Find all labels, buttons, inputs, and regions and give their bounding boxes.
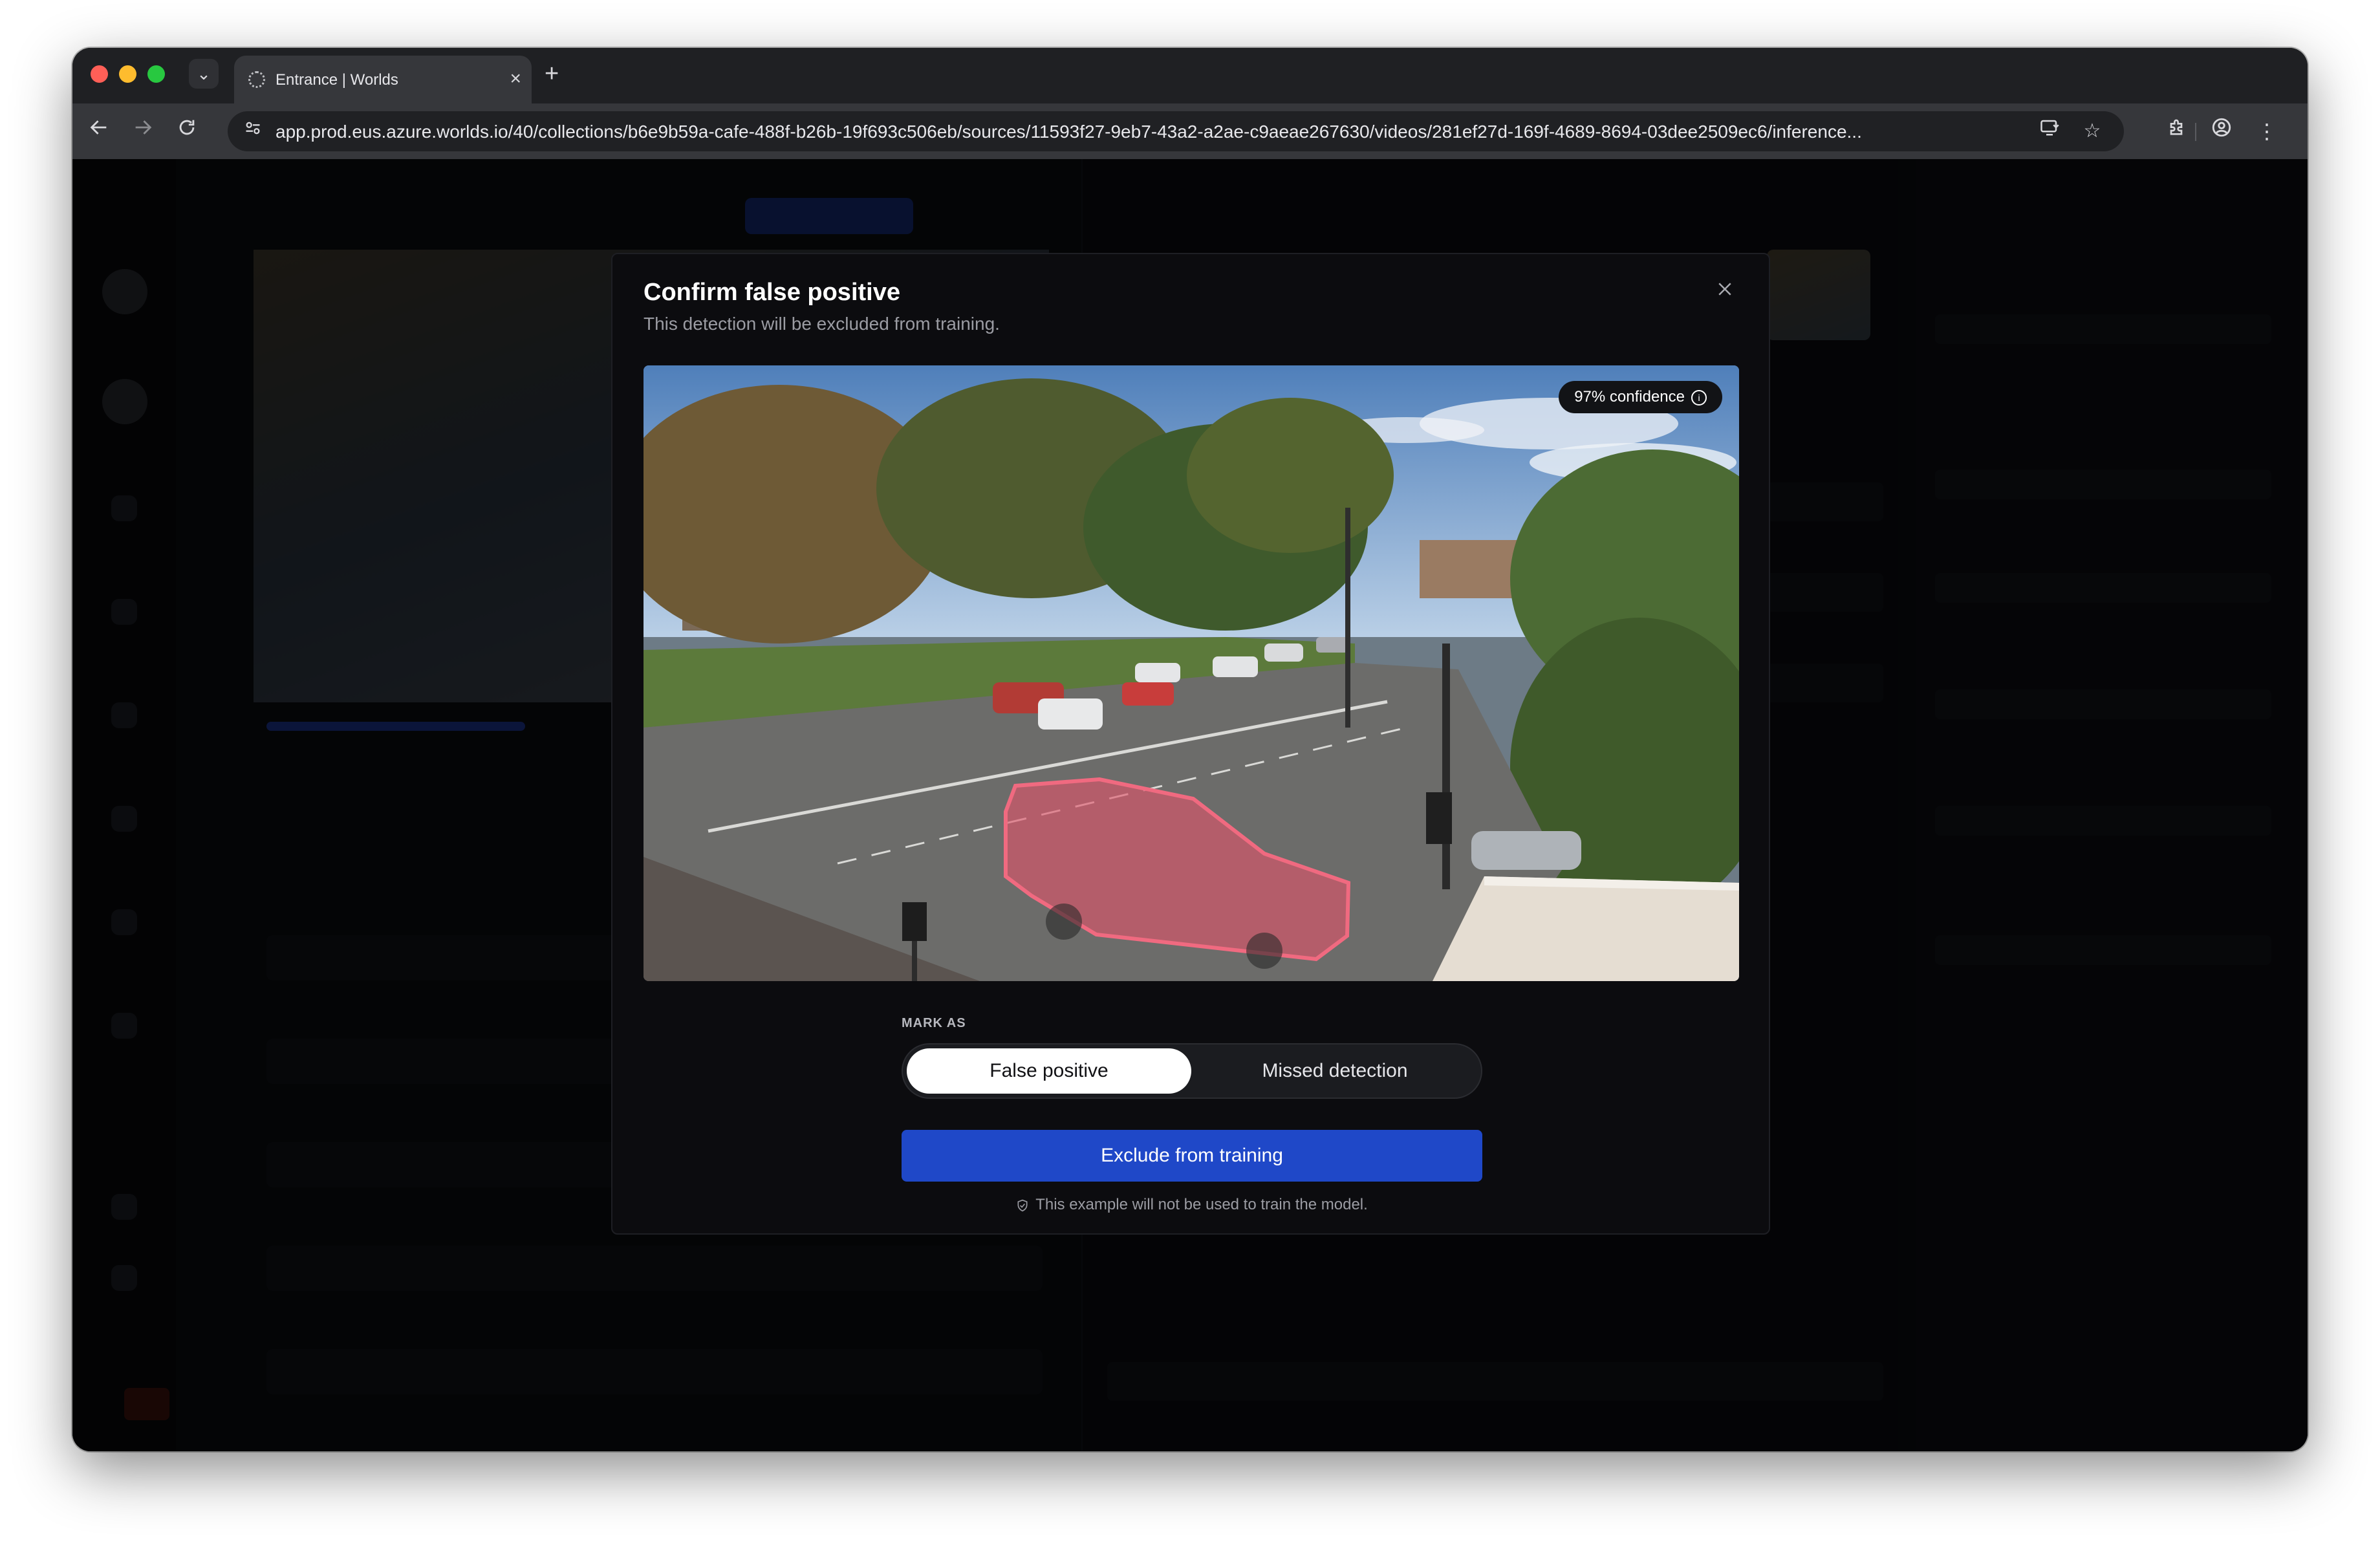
shield-check-icon xyxy=(1017,1199,1028,1211)
chevron-down-icon: ⌄ xyxy=(197,64,211,83)
address-bar[interactable]: app.prod.eus.azure.worlds.io/40/collecti… xyxy=(228,111,2124,151)
exclude-from-training-button[interactable]: Exclude from training xyxy=(902,1130,1482,1182)
site-info-icon[interactable] xyxy=(239,118,266,145)
mark-as-label: MARK AS xyxy=(902,1016,966,1030)
dialog-title: Confirm false positive xyxy=(644,279,900,306)
mark-as-toggle: False positive Missed detection xyxy=(902,1043,1482,1099)
favicon-icon xyxy=(248,71,265,88)
training-note: This example will not be used to train t… xyxy=(902,1196,1482,1214)
star-icon[interactable]: ☆ xyxy=(2079,118,2106,145)
toolbar-divider xyxy=(2195,123,2196,141)
extensions-icon[interactable] xyxy=(2161,116,2191,146)
tab-title: Entrance | Worlds xyxy=(276,71,398,89)
option-missed-detection[interactable]: Missed detection xyxy=(1193,1048,1477,1094)
note-text: This example will not be used to train t… xyxy=(1035,1196,1368,1213)
close-icon[interactable] xyxy=(1712,277,1738,303)
reload-icon[interactable] xyxy=(172,116,202,146)
tab-search-button[interactable]: ⌄ xyxy=(189,59,219,89)
browser-window: ⌄ Entrance | Worlds × + app.prod.eus.azu… xyxy=(72,48,2308,1451)
forward-arrow-icon[interactable] xyxy=(128,116,158,146)
dialog-subtitle: This detection will be excluded from tra… xyxy=(644,314,1000,334)
close-window-button[interactable] xyxy=(91,65,108,83)
camera-frame-image xyxy=(644,365,1739,981)
profile-icon[interactable] xyxy=(2207,116,2236,146)
new-tab-button[interactable]: + xyxy=(545,60,559,88)
info-icon: i xyxy=(1691,389,1707,406)
close-icon[interactable]: × xyxy=(510,67,521,91)
browser-toolbar: app.prod.eus.azure.worlds.io/40/collecti… xyxy=(72,103,2308,159)
kebab-menu-icon[interactable]: ⋮ xyxy=(2252,116,2282,146)
detection-frame: 97% confidence i xyxy=(644,365,1739,981)
back-arrow-icon[interactable] xyxy=(84,116,114,146)
tab-active[interactable]: Entrance | Worlds × xyxy=(234,56,532,103)
install-app-icon[interactable] xyxy=(2036,118,2063,145)
url-text[interactable]: app.prod.eus.azure.worlds.io/40/collecti… xyxy=(276,122,2061,142)
confirm-false-positive-dialog: Confirm false positive This detection wi… xyxy=(611,253,1770,1235)
maximize-window-button[interactable] xyxy=(147,65,165,83)
confidence-badge[interactable]: 97% confidence i xyxy=(1559,381,1722,413)
plus-icon: + xyxy=(545,60,559,87)
option-false-positive[interactable]: False positive xyxy=(907,1048,1191,1094)
confidence-text: 97% confidence xyxy=(1574,388,1685,406)
tab-bar: ⌄ Entrance | Worlds × + xyxy=(72,48,2308,103)
minimize-window-button[interactable] xyxy=(119,65,136,83)
